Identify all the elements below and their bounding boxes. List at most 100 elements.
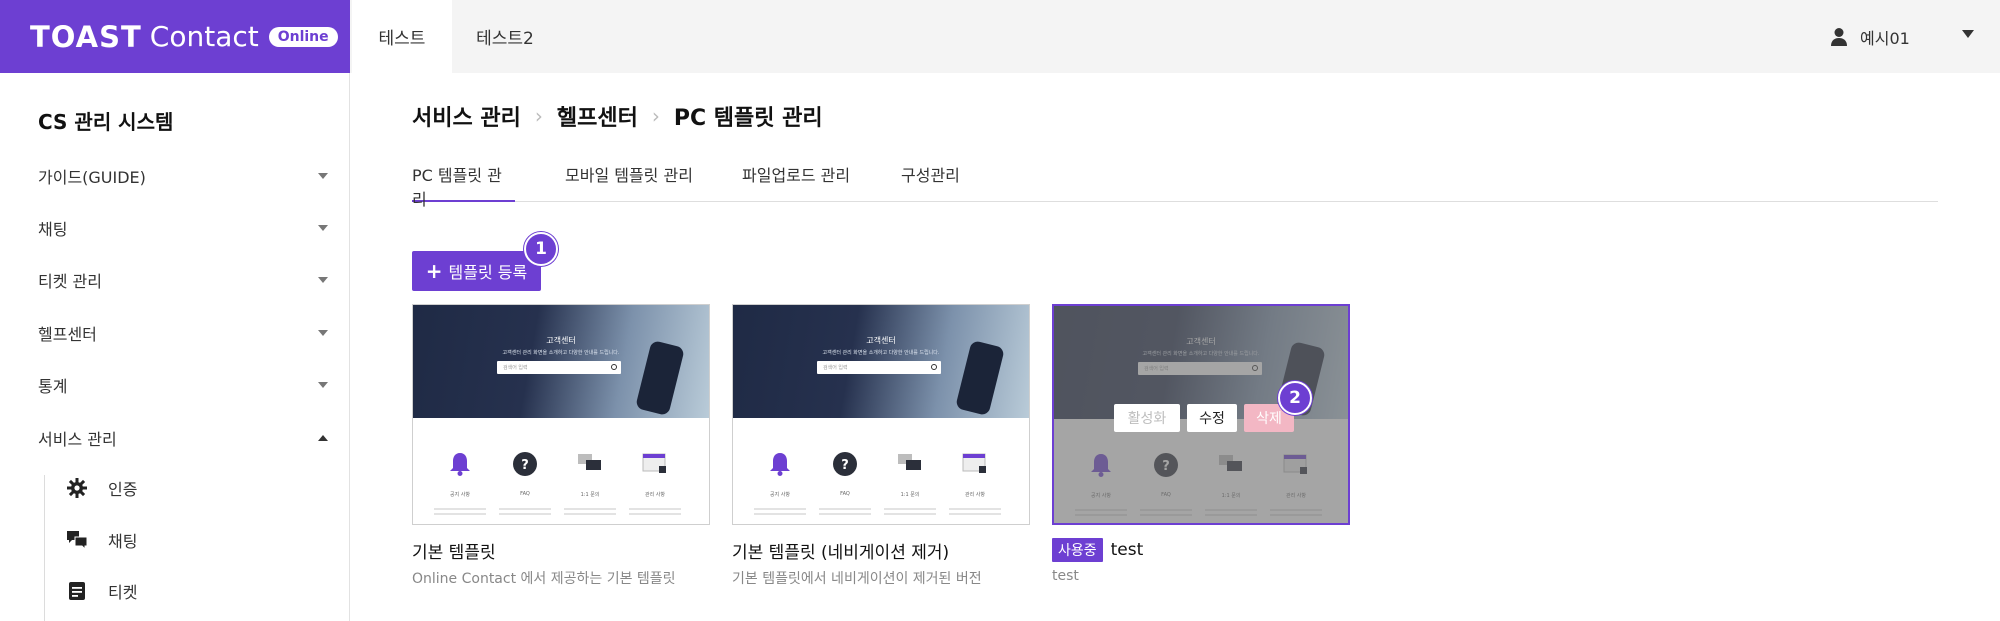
thumbnail-label: 1:1 문의	[580, 492, 600, 498]
sidebar-subitem-chat[interactable]: 채팅	[66, 525, 137, 555]
sidebar-item-label: 헬프센터	[38, 325, 97, 344]
sidebar-item-service[interactable]: 서비스 관리	[38, 423, 328, 453]
sidebar-subitem-auth[interactable]: 인증	[66, 473, 137, 503]
gear-icon	[66, 477, 88, 499]
bell-icon	[770, 453, 790, 476]
chevron-down-icon[interactable]	[1962, 30, 1974, 38]
template-name-text: 기본 템플릿 (네비게이션 제거)	[732, 543, 950, 563]
brand-toast-text: TOAST	[30, 19, 142, 54]
subtab-bar: PC 템플릿 관리 모바일 템플릿 관리 파일업로드 관리 구성관리	[412, 158, 1938, 209]
subtab-mobile-template[interactable]: 모바일 템플릿 관리	[565, 162, 693, 202]
sidebar-subitem-ticket[interactable]: 티켓	[66, 576, 137, 606]
submenu-guide-line	[44, 475, 45, 621]
user-menu[interactable]: 예시01	[1830, 0, 1910, 73]
sidebar-item-label: 서비스 관리	[38, 430, 117, 449]
breadcrumb-item[interactable]: 서비스 관리	[412, 100, 521, 132]
chevron-down-icon	[318, 382, 328, 388]
step-badge-2: 2	[1278, 381, 1312, 415]
edit-button[interactable]: 수정	[1187, 404, 1237, 432]
template-description: test	[1052, 568, 1079, 584]
sidebar-item-label: 티켓 관리	[38, 272, 102, 291]
template-name: 기본 템플릿 (네비게이션 제거)	[732, 538, 949, 563]
thumbnail-label: FAQ	[840, 491, 850, 497]
template-description: 기본 템플릿에서 네비게이션이 제거된 버전	[732, 571, 982, 587]
bell-icon	[450, 453, 470, 476]
window-icon	[642, 453, 666, 473]
sidebar-subitem-label: 인증	[108, 480, 138, 499]
chevron-down-icon	[318, 173, 328, 179]
thumbnail-text-lines	[560, 505, 620, 519]
subtab-file-upload[interactable]: 파일업로드 관리	[742, 162, 850, 202]
brand-contact-text: Contact	[149, 20, 259, 53]
template-card[interactable]: 고객센터 고객센터 관리 화면을 소개하고 다양한 안내를 드립니다. 검색어 …	[732, 304, 1030, 525]
thumbnail-text-lines	[815, 505, 875, 519]
thumbnail-search: 검색어 입력	[817, 361, 941, 374]
sidebar-item-helpcenter[interactable]: 헬프센터	[38, 318, 328, 348]
subtab-pc-template[interactable]: PC 템플릿 관리	[412, 162, 515, 209]
chevron-down-icon	[318, 277, 328, 283]
window-icon	[962, 453, 986, 473]
chat-icon	[66, 529, 88, 551]
thumbnail-text-lines	[625, 505, 685, 519]
chat-icon	[578, 454, 601, 470]
top-tab-test[interactable]: 테스트	[352, 0, 452, 73]
top-tab-test2[interactable]: 테스트2	[452, 0, 558, 73]
sidebar-item-stats[interactable]: 통계	[38, 370, 328, 400]
sidebar-item-ticket[interactable]: 티켓 관리	[38, 265, 328, 295]
chat-icon	[898, 454, 921, 470]
thumbnail-label: 1:1 문의	[900, 492, 920, 498]
template-name: 사용중 test	[1052, 538, 1143, 562]
thumbnail-text-lines	[945, 505, 1005, 519]
top-header: TOAST Contact Online 테스트 테스트2 예시01	[0, 0, 2000, 73]
thumbnail-label: 공지 사항	[450, 492, 470, 498]
sidebar-subitem-label: 채팅	[108, 532, 138, 551]
help-icon: ?	[833, 452, 857, 476]
template-description: Online Contact 에서 제공하는 기본 템플릿	[412, 571, 676, 587]
brand-logo[interactable]: TOAST Contact Online	[0, 0, 350, 73]
sidebar-item-label: 통계	[38, 377, 68, 396]
thumbnail-text-lines	[430, 505, 490, 519]
subtab-config[interactable]: 구성관리	[901, 162, 960, 202]
svg-text:?: ?	[521, 458, 529, 473]
template-card-selected[interactable]: 고객센터 고객센터 관리 화면을 소개하고 다양한 안내를 드립니다. 검색어 …	[1052, 304, 1350, 525]
brand-online-badge: Online	[268, 26, 338, 47]
sidebar-item-label: 채팅	[38, 220, 68, 239]
thumbnail-title: 고객센터	[546, 336, 576, 345]
sidebar: CS 관리 시스템 가이드(GUIDE) 채팅 티켓 관리 헬프센터 통계 서비…	[0, 73, 350, 621]
sidebar-item-label: 가이드(GUIDE)	[38, 168, 146, 187]
svg-text:?: ?	[841, 458, 849, 473]
document-icon	[66, 580, 88, 602]
chevron-right-icon: ›	[651, 104, 660, 128]
activate-button[interactable]: 활성화	[1114, 404, 1180, 432]
thumbnail-search-placeholder: 검색어 입력	[823, 365, 848, 371]
thumbnail-label: FAQ	[520, 491, 530, 497]
add-template-button[interactable]: + 템플릿 등록	[412, 251, 541, 291]
thumbnail-label: 관리 사항	[645, 492, 665, 498]
search-icon	[611, 364, 617, 370]
chevron-down-icon	[318, 225, 328, 231]
sidebar-title: CS 관리 시스템	[38, 110, 174, 134]
in-use-badge: 사용중	[1052, 538, 1103, 562]
sidebar-item-chat[interactable]: 채팅	[38, 213, 328, 243]
thumbnail-label: 관리 사항	[965, 492, 985, 498]
breadcrumb-item[interactable]: 헬프센터	[557, 100, 638, 132]
chevron-right-icon: ›	[534, 104, 543, 128]
thumbnail-search-placeholder: 검색어 입력	[503, 365, 528, 371]
chevron-up-icon	[318, 435, 328, 441]
thumbnail-text-lines	[495, 505, 555, 519]
template-card[interactable]: 고객센터 고객센터 관리 화면을 소개하고 다양한 안내를 드립니다. 검색어 …	[412, 304, 710, 525]
thumbnail-title: 고객센터	[866, 336, 896, 345]
help-icon: ?	[513, 452, 537, 476]
user-icon	[1831, 27, 1847, 46]
add-template-label: 템플릿 등록	[448, 263, 528, 282]
thumbnail-text-lines	[880, 505, 940, 519]
step-badge-1: 1	[524, 232, 558, 266]
thumbnail-search: 검색어 입력	[497, 361, 621, 374]
search-icon	[931, 364, 937, 370]
template-name-text: test	[1110, 540, 1144, 560]
user-name: 예시01	[1860, 28, 1910, 48]
plus-icon: +	[425, 259, 443, 283]
sidebar-item-guide[interactable]: 가이드(GUIDE)	[38, 161, 328, 191]
thumbnail-label: 공지 사항	[770, 492, 790, 498]
thumbnail-subtitle: 고객센터 관리 화면을 소개하고 다양한 안내를 드립니다.	[502, 350, 620, 356]
